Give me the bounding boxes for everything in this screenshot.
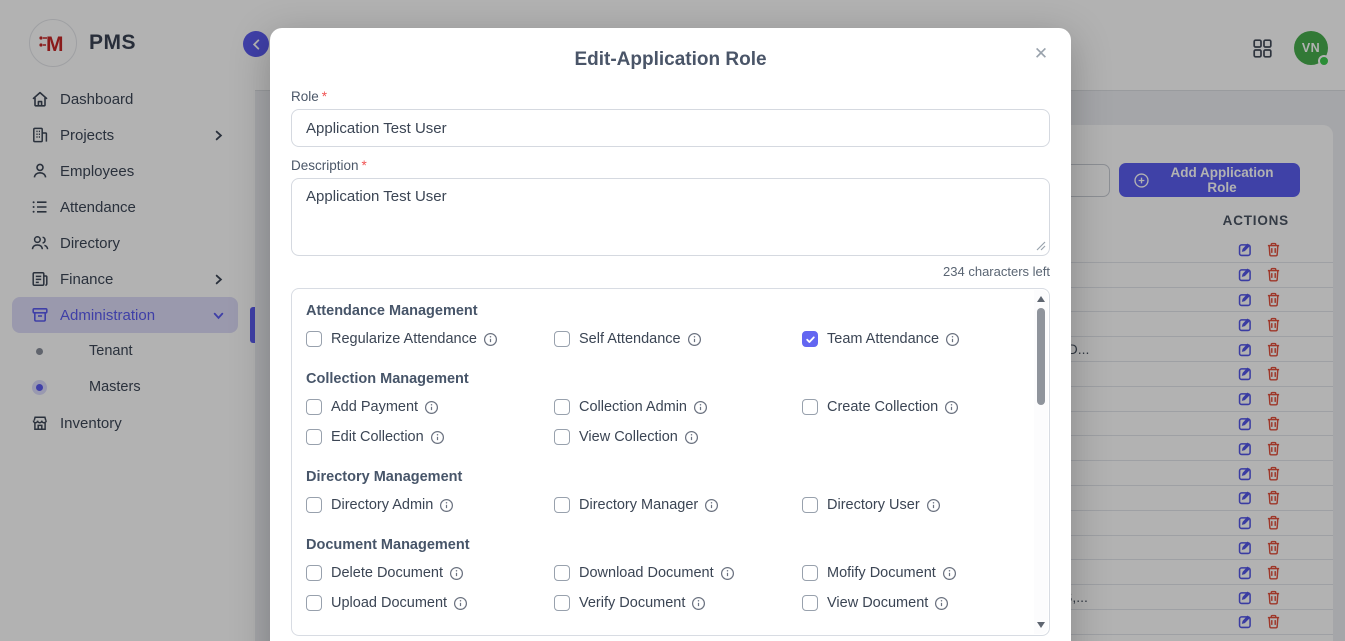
info-icon <box>704 498 719 513</box>
permission-directory-admin[interactable]: Directory Admin <box>306 497 554 513</box>
permission-label: Create Collection <box>827 399 938 415</box>
permission-label: Mofify Document <box>827 565 936 581</box>
permission-label: Download Document <box>579 565 714 581</box>
permissions-scrollbar[interactable] <box>1034 290 1048 634</box>
info-icon <box>439 498 454 513</box>
info-icon <box>942 566 957 581</box>
permission-collection-admin[interactable]: Collection Admin <box>554 399 802 415</box>
permission-label: Directory Admin <box>331 497 433 513</box>
permission-label: View Collection <box>579 429 678 445</box>
info-icon <box>483 332 498 347</box>
role-input[interactable] <box>291 109 1050 147</box>
info-icon <box>934 596 949 611</box>
permission-row: Delete Document Download Document Mofify D… <box>306 558 1021 588</box>
permission-group-title: Document Management <box>306 536 1021 554</box>
permission-group-collection-management: Collection Management Add Payment Collecti… <box>306 370 1021 452</box>
modal-title: Edit-Application Role <box>291 48 1050 72</box>
permission-row: Directory Admin Directory Manager Director… <box>306 490 1021 520</box>
permission-row: Edit Collection View Collection <box>306 422 1021 452</box>
info-icon <box>693 400 708 415</box>
checkbox[interactable] <box>802 595 818 611</box>
required-asterisk: * <box>362 158 367 173</box>
checkbox[interactable] <box>802 399 818 415</box>
permission-label: Directory Manager <box>579 497 698 513</box>
permission-groups: Attendance Management Regularize Attendan… <box>306 302 1021 618</box>
checkbox[interactable] <box>306 595 322 611</box>
permission-upload-document[interactable]: Upload Document <box>306 595 554 611</box>
permission-team-attendance[interactable]: Team Attendance <box>802 331 1021 347</box>
info-icon <box>424 400 439 415</box>
info-icon <box>449 566 464 581</box>
info-icon <box>926 498 941 513</box>
permission-create-collection[interactable]: Create Collection <box>802 399 1021 415</box>
checkbox[interactable] <box>802 331 818 347</box>
permission-group-title: Directory Management <box>306 468 1021 486</box>
description-field-label: Description* <box>291 157 1050 174</box>
permission-delete-document[interactable]: Delete Document <box>306 565 554 581</box>
checkbox[interactable] <box>306 497 322 513</box>
info-icon <box>430 430 445 445</box>
info-icon <box>944 400 959 415</box>
permission-label: Collection Admin <box>579 399 687 415</box>
info-icon <box>687 332 702 347</box>
checkbox[interactable] <box>306 331 322 347</box>
permission-view-collection[interactable]: View Collection <box>554 429 802 445</box>
permission-label: Delete Document <box>331 565 443 581</box>
scroll-down-arrow-icon[interactable] <box>1037 622 1045 628</box>
close-icon[interactable]: ✕ <box>1027 40 1055 68</box>
permission-group-attendance-management: Attendance Management Regularize Attendan… <box>306 302 1021 354</box>
screen: M PMS DashboardProjectsEmployeesAttendan… <box>0 0 1345 641</box>
edit-application-role-modal: ✕ Edit-Application Role Role* Descriptio… <box>270 28 1071 641</box>
checkbox[interactable] <box>306 399 322 415</box>
required-asterisk: * <box>322 89 327 104</box>
checkbox[interactable] <box>554 429 570 445</box>
checkbox[interactable] <box>554 399 570 415</box>
info-icon <box>691 596 706 611</box>
permission-group-title: Collection Management <box>306 370 1021 388</box>
permission-directory-user[interactable]: Directory User <box>802 497 1021 513</box>
permission-row: Upload Document Verify Document View Docum… <box>306 588 1021 618</box>
characters-left-counter: 234 characters left <box>291 264 1050 280</box>
permissions-panel: Attendance Management Regularize Attendan… <box>291 288 1050 636</box>
checkbox[interactable] <box>554 565 570 581</box>
info-icon <box>945 332 960 347</box>
checkbox[interactable] <box>306 565 322 581</box>
checkbox[interactable] <box>554 595 570 611</box>
permission-add-payment[interactable]: Add Payment <box>306 399 554 415</box>
checkbox[interactable] <box>554 331 570 347</box>
permission-label: Add Payment <box>331 399 418 415</box>
checkbox[interactable] <box>802 497 818 513</box>
info-icon <box>453 596 468 611</box>
permission-directory-manager[interactable]: Directory Manager <box>554 497 802 513</box>
checkbox[interactable] <box>306 429 322 445</box>
permission-label: Upload Document <box>331 595 447 611</box>
permission-label: Regularize Attendance <box>331 331 477 347</box>
permission-row: Regularize Attendance Self Attendance Team… <box>306 324 1021 354</box>
permission-view-document[interactable]: View Document <box>802 595 1021 611</box>
checkbox[interactable] <box>554 497 570 513</box>
checkbox[interactable] <box>802 565 818 581</box>
description-textarea[interactable]: Application Test User <box>291 178 1050 256</box>
permission-label: Edit Collection <box>331 429 424 445</box>
permission-edit-collection[interactable]: Edit Collection <box>306 429 554 445</box>
permission-self-attendance[interactable]: Self Attendance <box>554 331 802 347</box>
permission-label: Team Attendance <box>827 331 939 347</box>
permission-verify-document[interactable]: Verify Document <box>554 595 802 611</box>
permission-download-document[interactable]: Download Document <box>554 565 802 581</box>
info-icon <box>684 430 699 445</box>
permission-group-document-management: Document Management Delete Document Downlo… <box>306 536 1021 618</box>
permission-label: Verify Document <box>579 595 685 611</box>
permission-regularize-attendance[interactable]: Regularize Attendance <box>306 331 554 347</box>
role-field-label: Role* <box>291 88 1050 105</box>
permission-group-title: Attendance Management <box>306 302 1021 320</box>
permission-row: Add Payment Collection Admin Create Collec… <box>306 392 1021 422</box>
permission-label: View Document <box>827 595 928 611</box>
permission-label: Self Attendance <box>579 331 681 347</box>
permission-mofify-document[interactable]: Mofify Document <box>802 565 1021 581</box>
permission-group-directory-management: Directory ManagementDirectory AdminDirec… <box>306 468 1021 520</box>
permission-label: Directory User <box>827 497 920 513</box>
info-icon <box>720 566 735 581</box>
scroll-up-arrow-icon[interactable] <box>1037 296 1045 302</box>
scrollbar-thumb[interactable] <box>1037 308 1045 405</box>
